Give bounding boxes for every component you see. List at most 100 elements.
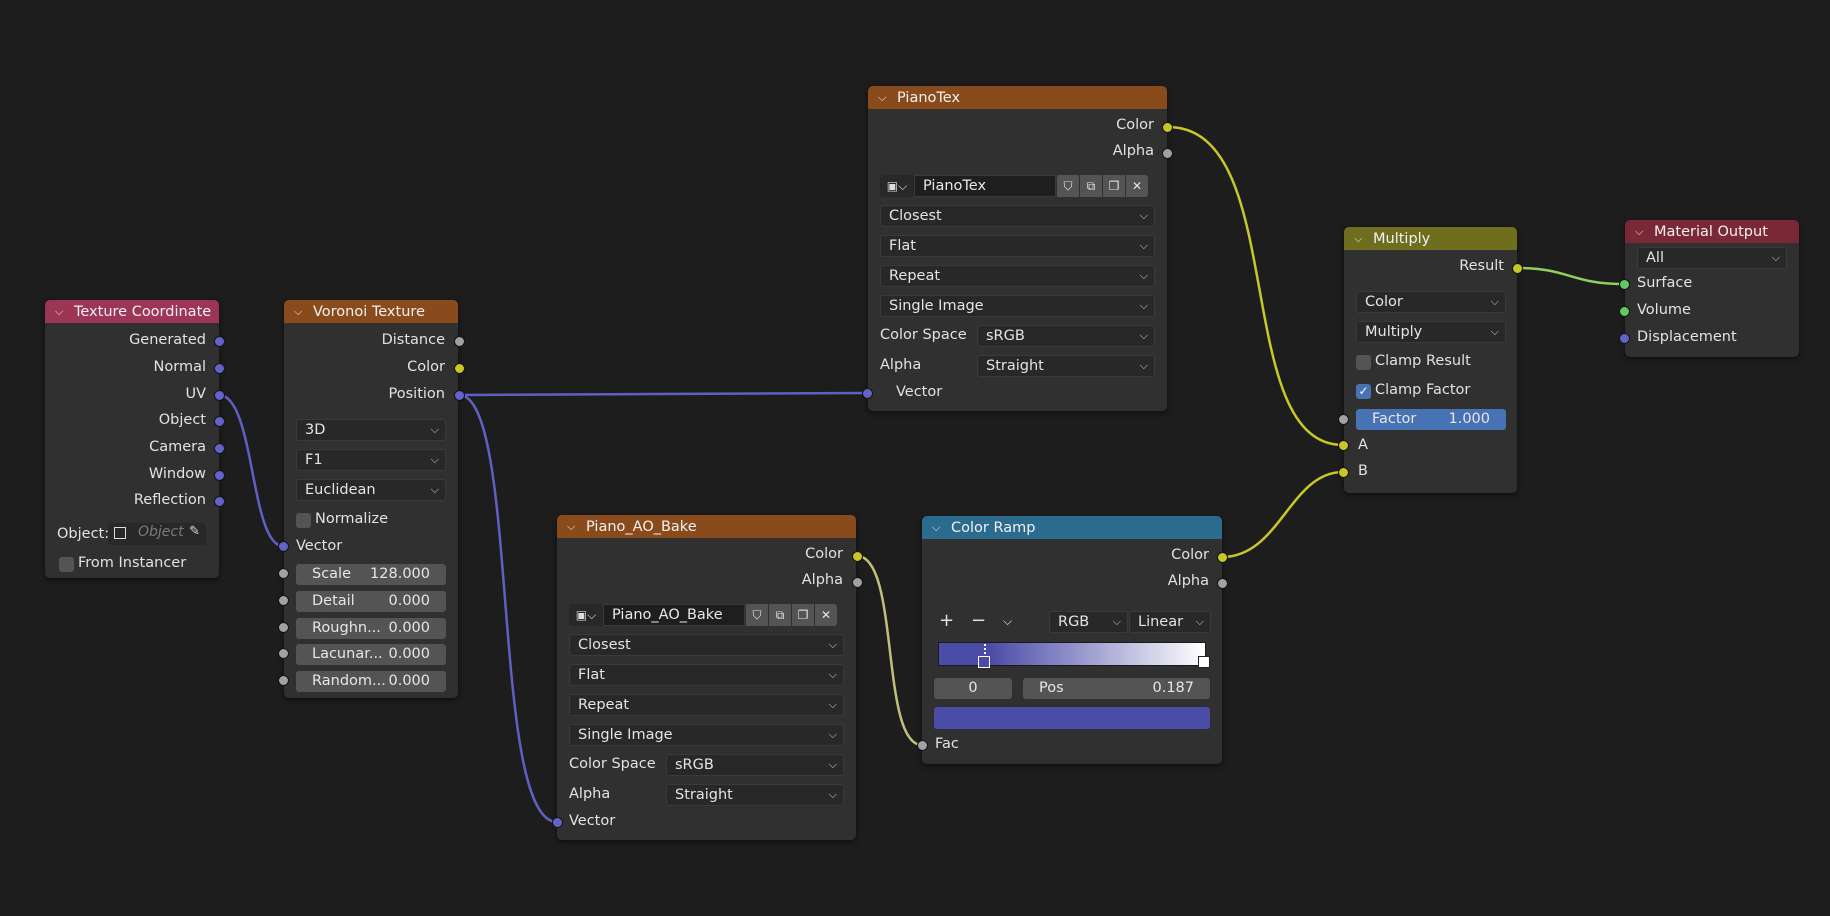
detail-field[interactable]: Detail 0.000 — [296, 591, 446, 612]
stop-handle-end[interactable] — [1198, 656, 1210, 668]
node-header[interactable]: ⌵ PianoTex — [868, 86, 1167, 109]
stop-index-field[interactable]: 0 — [934, 678, 1012, 699]
aobake-color-socket[interactable] — [852, 551, 863, 562]
randomness-field[interactable]: Random... 0.000 — [296, 671, 446, 692]
duplicate-icon[interactable]: ⧉ — [1080, 175, 1102, 197]
render-target-dropdown[interactable]: All ⌵ — [1637, 247, 1787, 269]
chevron-down-icon[interactable]: ⌵ — [932, 521, 945, 535]
chevron-down-icon[interactable]: ⌵ — [567, 520, 580, 534]
voronoi-texture-node[interactable]: ⌵ Voronoi Texture Distance Color Positio… — [284, 300, 458, 698]
image-browse-icon[interactable]: ▣⌵ — [880, 175, 914, 197]
image-name-field[interactable]: PianoTex — [914, 175, 1056, 197]
eyedropper-icon[interactable]: ✎ — [189, 524, 200, 539]
alpha-dropdown[interactable]: Straight ⌵ — [666, 784, 844, 806]
close-icon[interactable]: ✕ — [1126, 175, 1148, 197]
texture-coordinate-node[interactable]: ⌵ Texture Coordinate Generated Normal UV… — [45, 300, 219, 578]
pianotex-vector-socket[interactable] — [862, 388, 873, 399]
surface-socket[interactable] — [1619, 279, 1630, 290]
roughness-field[interactable]: Roughn... 0.000 — [296, 618, 446, 639]
aobake-alpha-socket[interactable] — [852, 577, 863, 588]
remove-stop-button[interactable]: − — [971, 610, 986, 631]
ramp-fac-socket[interactable] — [917, 740, 928, 751]
scale-field[interactable]: Scale 128.000 — [296, 564, 446, 585]
position-socket[interactable] — [454, 390, 465, 401]
projection-dropdown[interactable]: Flat ⌵ — [569, 664, 844, 686]
chevron-down-icon[interactable]: ⌵ — [294, 305, 307, 319]
voronoi-color-socket[interactable] — [454, 363, 465, 374]
feature-dropdown[interactable]: F1 ⌵ — [296, 449, 446, 471]
metric-dropdown[interactable]: Euclidean ⌵ — [296, 479, 446, 501]
input-a-socket[interactable] — [1338, 440, 1349, 451]
window-socket[interactable] — [214, 470, 225, 481]
chevron-down-icon[interactable]: ⌵ — [1635, 225, 1648, 239]
interpolation-dropdown[interactable]: Closest ⌵ — [569, 634, 844, 656]
node-header[interactable]: ⌵ Voronoi Texture — [284, 300, 458, 323]
open-file-icon[interactable]: ❐ — [792, 604, 814, 626]
interpolation-dropdown[interactable]: Closest ⌵ — [880, 205, 1155, 227]
projection-dropdown[interactable]: Flat ⌵ — [880, 235, 1155, 257]
ramp-menu-chevron-icon[interactable]: ⌵ — [1003, 614, 1012, 629]
voronoi-vector-socket[interactable] — [278, 541, 289, 552]
distance-socket[interactable] — [454, 336, 465, 347]
dimensions-dropdown[interactable]: 3D ⌵ — [296, 419, 446, 441]
image-selector-row[interactable]: ▣⌵ Piano_AO_Bake ⛉ ⧉ ❐ ✕ — [569, 604, 837, 626]
volume-socket[interactable] — [1619, 306, 1630, 317]
object-socket[interactable] — [214, 416, 225, 427]
stop-color-swatch[interactable] — [934, 707, 1210, 729]
lacunarity-socket[interactable] — [278, 648, 289, 659]
pianotex-image-node[interactable]: ⌵ PianoTex Color Alpha ▣⌵ PianoTex ⛉ ⧉ ❐… — [868, 86, 1167, 411]
pianotex-color-socket[interactable] — [1162, 122, 1173, 133]
material-output-node[interactable]: ⌵ Material Output All ⌵ Surface Volume Di… — [1625, 220, 1799, 357]
extension-dropdown[interactable]: Repeat ⌵ — [569, 694, 844, 716]
duplicate-icon[interactable]: ⧉ — [769, 604, 791, 626]
node-header[interactable]: ⌵ Texture Coordinate — [45, 300, 219, 323]
aobake-vector-socket[interactable] — [552, 817, 563, 828]
ramp-color-socket[interactable] — [1217, 552, 1228, 563]
factor-field[interactable]: Factor 1.000 — [1356, 409, 1506, 430]
node-header[interactable]: ⌵ Material Output — [1625, 220, 1799, 243]
chevron-down-icon[interactable]: ⌵ — [1354, 232, 1367, 246]
input-b-socket[interactable] — [1338, 467, 1349, 478]
normalize-checkbox[interactable] — [296, 513, 311, 528]
camera-socket[interactable] — [214, 443, 225, 454]
color-space-dropdown[interactable]: sRGB ⌵ — [977, 325, 1155, 347]
chevron-down-icon[interactable]: ⌵ — [55, 305, 68, 319]
node-editor-canvas[interactable]: ⌵ Texture Coordinate Generated Normal UV… — [0, 0, 1830, 916]
data-type-dropdown[interactable]: Color ⌵ — [1356, 291, 1506, 313]
fake-user-shield-icon[interactable]: ⛉ — [746, 604, 768, 626]
roughness-socket[interactable] — [278, 622, 289, 633]
color-mode-dropdown[interactable]: RGB ⌵ — [1049, 611, 1128, 633]
clamp-factor-checkbox[interactable]: ✓ — [1356, 384, 1371, 399]
node-header[interactable]: ⌵ Multiply — [1344, 227, 1517, 250]
displacement-socket[interactable] — [1619, 333, 1630, 344]
node-header[interactable]: ⌵ Piano_AO_Bake — [557, 515, 856, 538]
add-stop-button[interactable]: + — [939, 610, 954, 631]
color-ramp-node[interactable]: ⌵ Color Ramp Color Alpha + − ⌵ RGB ⌵ Line… — [922, 516, 1222, 764]
alpha-dropdown[interactable]: Straight ⌵ — [977, 355, 1155, 377]
factor-socket[interactable] — [1338, 414, 1349, 425]
normal-socket[interactable] — [214, 363, 225, 374]
uv-socket[interactable] — [214, 390, 225, 401]
ramp-alpha-socket[interactable] — [1217, 578, 1228, 589]
node-header[interactable]: ⌵ Color Ramp — [922, 516, 1222, 539]
object-selector[interactable]: Object ✎ — [108, 523, 206, 545]
pianotex-alpha-socket[interactable] — [1162, 148, 1173, 159]
color-space-dropdown[interactable]: sRGB ⌵ — [666, 754, 844, 776]
close-icon[interactable]: ✕ — [815, 604, 837, 626]
result-socket[interactable] — [1512, 263, 1523, 274]
scale-socket[interactable] — [278, 568, 289, 579]
clamp-result-checkbox[interactable] — [1356, 355, 1371, 370]
source-dropdown[interactable]: Single Image ⌵ — [880, 295, 1155, 317]
reflection-socket[interactable] — [214, 496, 225, 507]
stop-handle-active[interactable] — [978, 656, 990, 668]
stop-position-field[interactable]: Pos 0.187 — [1023, 678, 1210, 699]
from-instancer-checkbox[interactable] — [59, 557, 74, 572]
ramp-interpolation-dropdown[interactable]: Linear ⌵ — [1129, 611, 1211, 633]
lacunarity-field[interactable]: Lacunar... 0.000 — [296, 644, 446, 665]
image-name-field[interactable]: Piano_AO_Bake — [603, 604, 745, 626]
ao-bake-image-node[interactable]: ⌵ Piano_AO_Bake Color Alpha ▣⌵ Piano_AO_… — [557, 515, 856, 840]
blend-mode-dropdown[interactable]: Multiply ⌵ — [1356, 321, 1506, 343]
image-selector-row[interactable]: ▣⌵ PianoTex ⛉ ⧉ ❐ ✕ — [880, 175, 1148, 197]
multiply-mix-node[interactable]: ⌵ Multiply Result Color ⌵ Multiply ⌵ Clamp… — [1344, 227, 1517, 493]
extension-dropdown[interactable]: Repeat ⌵ — [880, 265, 1155, 287]
